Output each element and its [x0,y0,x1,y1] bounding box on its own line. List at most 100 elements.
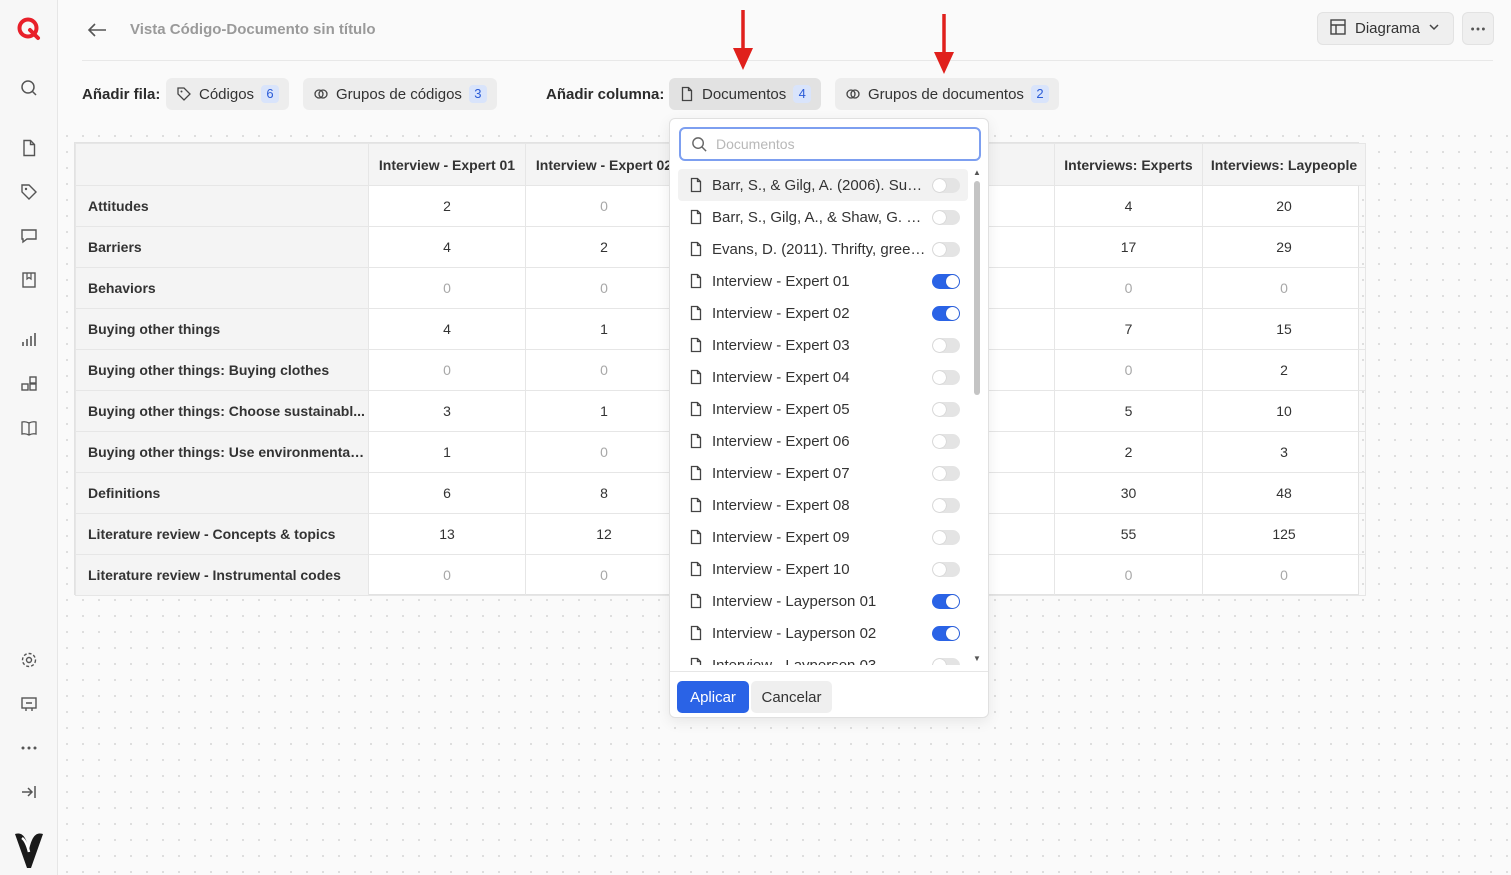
settings-icon[interactable] [19,650,39,670]
row-header[interactable]: Literature review - Instrumental codes [75,554,369,596]
table-cell[interactable]: 3 [1202,431,1366,473]
table-cell[interactable]: 4 [1054,185,1203,227]
app-logo-icon[interactable] [16,16,42,42]
more-icon[interactable] [19,738,39,758]
document-toggle[interactable] [932,434,960,449]
table-cell[interactable]: 5 [1054,390,1203,432]
document-list-item[interactable]: Barr, S., & Gilg, A. (2006). Sus... [678,169,968,201]
row-header[interactable]: Behaviors [75,267,369,309]
table-cell[interactable]: 2 [368,185,526,227]
row-header[interactable]: Buying other things: Choose sustainabl..… [75,390,369,432]
table-cell[interactable]: 1 [525,308,683,350]
tag-icon[interactable] [19,182,39,202]
document-toggle[interactable] [932,626,960,641]
documents-chip[interactable]: Documentos 4 [669,78,822,110]
document-toggle[interactable] [932,370,960,385]
table-cell[interactable]: 0 [368,554,526,596]
table-cell[interactable]: 1 [368,431,526,473]
document-list-item[interactable]: Interview - Expert 01 [678,265,968,297]
column-header[interactable]: Interviews: Experts [1054,143,1203,186]
scroll-up-icon[interactable]: ▲ [973,169,981,177]
back-arrow-icon[interactable] [86,20,108,40]
document-toggle[interactable] [932,306,960,321]
table-cell[interactable]: 12 [525,513,683,555]
document-toggle[interactable] [932,594,960,609]
document-toggle[interactable] [932,338,960,353]
expand-sidebar-icon[interactable] [19,782,39,802]
row-header[interactable]: Attitudes [75,185,369,227]
document-list-item[interactable]: Interview - Expert 07 [678,457,968,489]
apply-button[interactable]: Aplicar [677,681,749,713]
scroll-down-icon[interactable]: ▼ [973,655,981,663]
document-toggle[interactable] [932,210,960,225]
cancel-button[interactable]: Cancelar [751,681,832,713]
document-list-item[interactable]: Interview - Expert 10 [678,553,968,585]
table-cell[interactable]: 0 [368,267,526,309]
document-toggle[interactable] [932,658,960,665]
more-options-button[interactable] [1462,12,1494,45]
table-cell[interactable]: 0 [525,431,683,473]
table-cell[interactable]: 20 [1202,185,1366,227]
search-icon[interactable] [19,78,39,98]
document-list-item[interactable]: Interview - Expert 09 [678,521,968,553]
table-cell[interactable]: 125 [1202,513,1366,555]
table-cell[interactable]: 2 [1202,349,1366,391]
table-cell[interactable]: 4 [368,308,526,350]
document-toggle[interactable] [932,178,960,193]
document-list-item[interactable]: Interview - Layperson 02 [678,617,968,649]
table-cell[interactable]: 13 [368,513,526,555]
table-cell[interactable]: 55 [1054,513,1203,555]
document-toggle[interactable] [932,274,960,289]
document-groups-chip[interactable]: Grupos de documentos 2 [835,78,1059,110]
document-list-item[interactable]: Barr, S., Gilg, A., & Shaw, G. (2... [678,201,968,233]
document-list-item[interactable]: Interview - Layperson 01 [678,585,968,617]
document-list-item[interactable]: Interview - Expert 02 [678,297,968,329]
table-cell[interactable]: 0 [1202,554,1366,596]
documents-list-scrollbar[interactable]: ▲ ▼ [973,169,981,663]
row-header[interactable]: Literature review - Concepts & topics [75,513,369,555]
apps-icon[interactable] [19,374,39,394]
table-cell[interactable]: 15 [1202,308,1366,350]
column-header[interactable]: Interviews: Laypeople [1202,143,1366,186]
feedback-icon[interactable] [19,694,39,714]
document-toggle[interactable] [932,562,960,577]
book-icon[interactable] [19,418,39,438]
table-cell[interactable]: 2 [1054,431,1203,473]
documents-search-box[interactable] [679,127,981,161]
table-cell[interactable]: 0 [525,267,683,309]
scrollbar-thumb[interactable] [974,181,980,395]
table-cell[interactable]: 6 [368,472,526,514]
document-toggle[interactable] [932,498,960,513]
row-header[interactable]: Definitions [75,472,369,514]
row-header[interactable]: Buying other things: Use environmentall.… [75,431,369,473]
column-header[interactable]: Interview - Expert 01 [368,143,526,186]
row-header[interactable]: Buying other things [75,308,369,350]
document-list-item[interactable]: Interview - Expert 05 [678,393,968,425]
table-cell[interactable]: 2 [525,226,683,268]
code-groups-chip[interactable]: Grupos de códigos 3 [303,78,497,110]
table-cell[interactable]: 29 [1202,226,1366,268]
table-cell[interactable]: 4 [368,226,526,268]
documents-search-input[interactable] [716,136,966,152]
table-cell[interactable]: 0 [525,554,683,596]
document-list-item[interactable]: Interview - Expert 06 [678,425,968,457]
document-list-item[interactable]: Interview - Expert 04 [678,361,968,393]
table-cell[interactable]: 0 [368,349,526,391]
row-header[interactable]: Barriers [75,226,369,268]
document-toggle[interactable] [932,530,960,545]
row-header[interactable]: Buying other things: Buying clothes [75,349,369,391]
table-cell[interactable]: 48 [1202,472,1366,514]
document-toggle[interactable] [932,402,960,417]
comment-icon[interactable] [19,226,39,246]
table-cell[interactable]: 8 [525,472,683,514]
table-cell[interactable]: 30 [1054,472,1203,514]
table-cell[interactable]: 0 [1054,267,1203,309]
document-toggle[interactable] [932,466,960,481]
table-cell[interactable]: 0 [525,349,683,391]
document-list-item[interactable]: Interview - Expert 03 [678,329,968,361]
document-list-item[interactable]: Interview - Layperson 03 [678,649,968,665]
table-cell[interactable]: 17 [1054,226,1203,268]
codes-chip[interactable]: Códigos 6 [166,78,290,110]
document-list-item[interactable]: Evans, D. (2011). Thrifty, green ... [678,233,968,265]
table-cell[interactable]: 0 [525,185,683,227]
